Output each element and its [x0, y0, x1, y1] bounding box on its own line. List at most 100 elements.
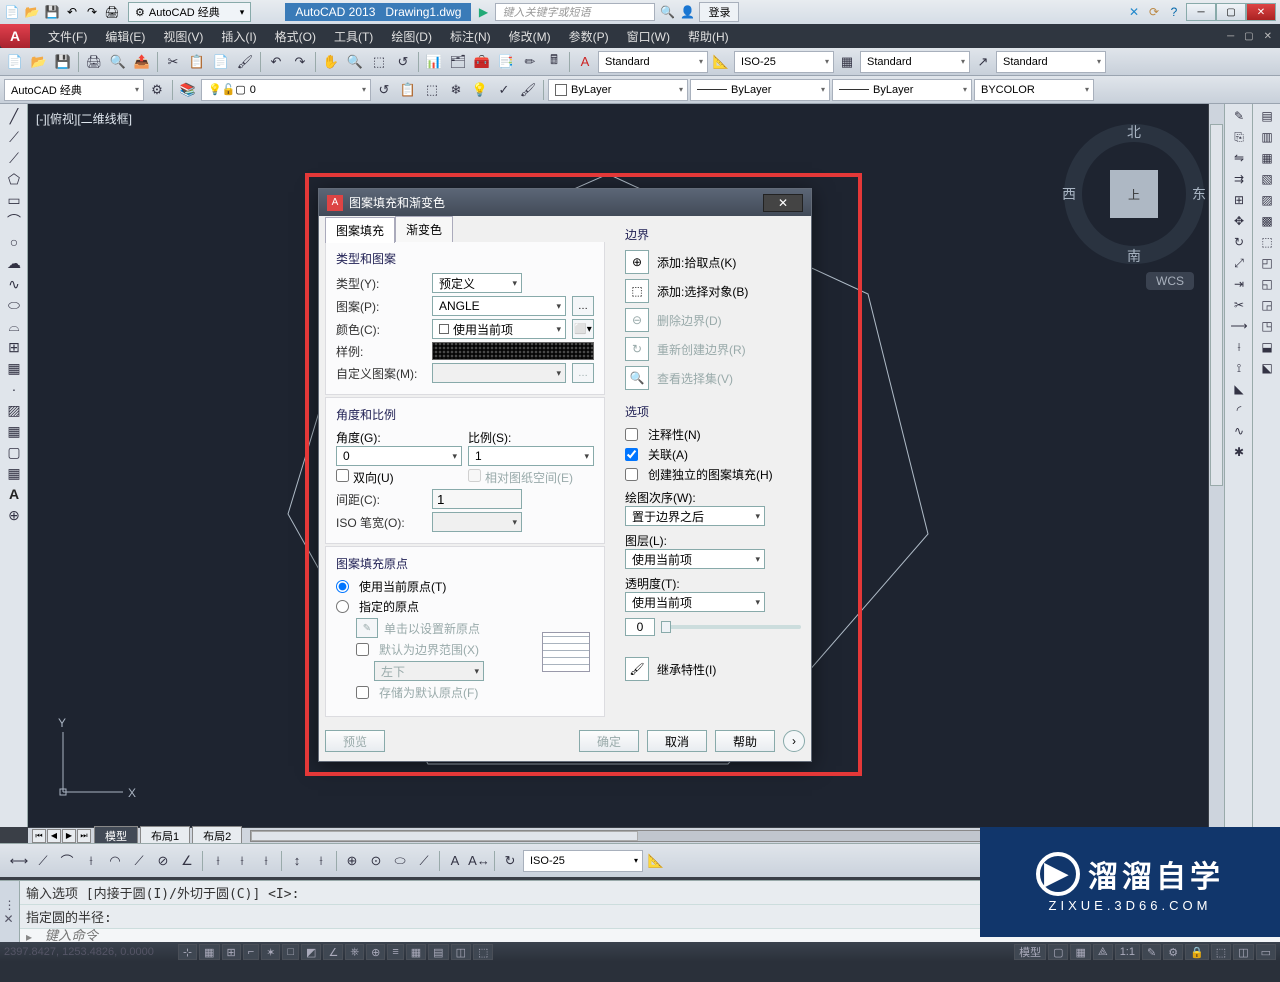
undo-icon[interactable]: ↶ — [64, 4, 80, 20]
dim-style-select[interactable]: ISO-25 — [523, 850, 643, 872]
sb-lock-icon[interactable]: 🔒 — [1185, 944, 1209, 960]
workspace-selector[interactable]: ⚙ AutoCAD 经典 ▾ — [128, 2, 251, 22]
save-icon[interactable]: 💾 — [44, 4, 60, 20]
search-input[interactable]: 键入关键字或短语 — [495, 3, 655, 21]
sb-infer-icon[interactable]: ⊹ — [178, 944, 197, 960]
blend-icon[interactable]: ∿ — [1227, 421, 1251, 441]
line-icon[interactable]: ╱ — [2, 106, 26, 126]
polyline-icon[interactable]: ⟋ — [2, 148, 26, 168]
spline-icon[interactable]: ∿ — [2, 274, 26, 294]
erase-icon[interactable]: ✎ — [1227, 106, 1251, 126]
help-icon[interactable]: ? — [1166, 4, 1182, 20]
markup-icon[interactable]: ✏ — [519, 51, 541, 73]
copy2-icon[interactable]: ⎘ — [1227, 127, 1251, 147]
dim-icon[interactable]: 📐 — [710, 51, 732, 73]
menu-window[interactable]: 窗口(W) — [619, 25, 678, 48]
type-select[interactable]: 预定义 — [432, 273, 522, 293]
mleaderstyle-select[interactable]: Standard — [996, 51, 1106, 73]
sb-lwt-icon[interactable]: ≡ — [387, 944, 403, 960]
rectangle-icon[interactable]: ▭ — [2, 190, 26, 210]
tab-next-icon[interactable]: ▶ — [62, 829, 76, 843]
dim-edit-icon[interactable]: A — [444, 850, 466, 872]
trans-select[interactable]: 使用当前项 — [625, 592, 765, 612]
tolerance-icon[interactable]: ⊕ — [341, 850, 363, 872]
layer-iso-icon[interactable]: ⬚ — [421, 79, 443, 101]
maximize-button[interactable]: ▢ — [1216, 3, 1246, 21]
circle-icon[interactable]: ○ — [2, 232, 26, 252]
dim-arc-icon[interactable]: ⌒ — [56, 850, 78, 872]
sb-annoscale-icon[interactable]: ⟁ — [1093, 944, 1113, 960]
copy-icon[interactable]: 📋 — [186, 51, 208, 73]
construction-line-icon[interactable]: ⟋ — [2, 127, 26, 147]
cut-icon[interactable]: ✂ — [162, 51, 184, 73]
menu-dimension[interactable]: 标注(N) — [442, 25, 499, 48]
radio-current-origin[interactable] — [336, 580, 349, 593]
color-swatch-button[interactable]: ⬜▾ — [572, 319, 594, 339]
tool5-icon[interactable]: ▨ — [1255, 190, 1279, 210]
tool3-icon[interactable]: ▦ — [1255, 148, 1279, 168]
menu-edit[interactable]: 编辑(E) — [97, 25, 153, 48]
menu-view[interactable]: 视图(V) — [155, 25, 211, 48]
props-icon[interactable]: 📊 — [423, 51, 445, 73]
chk-separate[interactable] — [625, 468, 638, 481]
jogline-icon[interactable]: ⟋ — [413, 850, 435, 872]
trim-icon[interactable]: ✂ — [1227, 295, 1251, 315]
gear-icon[interactable]: ⚙ — [146, 79, 168, 101]
dim-jog-icon[interactable]: ⟋ — [128, 850, 150, 872]
extend-icon[interactable]: ⟶ — [1227, 316, 1251, 336]
join-icon[interactable]: ⟟ — [1227, 358, 1251, 378]
dialog-close-button[interactable]: ✕ — [763, 194, 803, 212]
menu-format[interactable]: 格式(O) — [267, 25, 324, 48]
dim-tedit-icon[interactable]: A↔ — [468, 850, 490, 872]
print-icon[interactable]: 🖨 — [104, 4, 120, 20]
sb-ortho-icon[interactable]: ⌐ — [243, 944, 259, 960]
mtext-icon[interactable]: A — [2, 484, 26, 504]
offset-icon[interactable]: ⇉ — [1227, 169, 1251, 189]
lineweight-select[interactable]: ByLayer — [832, 79, 972, 101]
menu-help[interactable]: 帮助(H) — [680, 25, 737, 48]
dim-ord-icon[interactable]: ⟊ — [80, 850, 102, 872]
app-logo-icon[interactable]: A — [0, 24, 30, 48]
center-icon[interactable]: ⊙ — [365, 850, 387, 872]
sb-sc-icon[interactable]: ◫ — [451, 944, 471, 960]
break-icon[interactable]: ⟊ — [1227, 337, 1251, 357]
zoom-icon[interactable]: 🔍 — [344, 51, 366, 73]
open-icon[interactable]: 📂 — [24, 4, 40, 20]
tool7-icon[interactable]: ⬚ — [1255, 232, 1279, 252]
sb-layout-icon[interactable]: ▢ — [1048, 944, 1068, 960]
scale-icon[interactable]: ⤢ — [1227, 253, 1251, 273]
preview-icon[interactable]: 🔍 — [107, 51, 129, 73]
tool8-icon[interactable]: ◰ — [1255, 253, 1279, 273]
sb-ws-icon[interactable]: ⚙ — [1163, 944, 1183, 960]
undo2-icon[interactable]: ↶ — [265, 51, 287, 73]
arc-icon[interactable]: ⌒ — [2, 211, 26, 231]
menu-insert[interactable]: 插入(I) — [213, 25, 264, 48]
chamfer-icon[interactable]: ◣ — [1227, 379, 1251, 399]
inspect-icon[interactable]: ⬭ — [389, 850, 411, 872]
doc-max-icon[interactable]: ▢ — [1240, 31, 1257, 42]
stretch-icon[interactable]: ⇥ — [1227, 274, 1251, 294]
tool11-icon[interactable]: ◳ — [1255, 316, 1279, 336]
scale-select[interactable]: 1 — [468, 446, 594, 466]
sb-iso-icon[interactable]: ◫ — [1233, 944, 1253, 960]
gradient-icon[interactable]: ▦ — [2, 421, 26, 441]
btn-selobjs[interactable]: ⬚添加:选择对象(B) — [625, 278, 801, 304]
dim-break-icon[interactable]: ⟊ — [310, 850, 332, 872]
tool12-icon[interactable]: ⬓ — [1255, 337, 1279, 357]
tab-gradient[interactable]: 渐变色 — [395, 216, 453, 242]
viewcube-south[interactable]: 南 — [1127, 246, 1141, 266]
tool-palette-icon[interactable]: 🧰 — [471, 51, 493, 73]
trans-slider[interactable] — [661, 625, 801, 629]
sb-qp-icon[interactable]: ▤ — [428, 944, 448, 960]
login-button[interactable]: 登录 — [699, 2, 739, 22]
new-icon[interactable]: 📄 — [4, 4, 20, 20]
mleader-icon[interactable]: ↗ — [972, 51, 994, 73]
menu-tools[interactable]: 工具(T) — [326, 25, 381, 48]
viewcube[interactable]: 北 南 东 西 上 — [1064, 124, 1204, 264]
wcs-badge[interactable]: WCS — [1146, 272, 1194, 290]
plotstyle-select[interactable]: BYCOLOR — [974, 79, 1094, 101]
layer-freeze-icon[interactable]: ❄ — [445, 79, 467, 101]
tab-prev-icon[interactable]: ◀ — [47, 829, 61, 843]
layer-make-icon[interactable]: ✓ — [493, 79, 515, 101]
zoom-prev-icon[interactable]: ↺ — [392, 51, 414, 73]
